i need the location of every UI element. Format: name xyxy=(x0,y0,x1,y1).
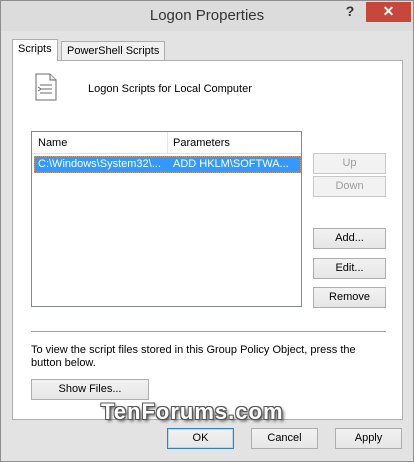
row-parameters-cell: ADD HKLM\SOFTWA... xyxy=(173,158,289,170)
panel-heading: Logon Scripts for Local Computer xyxy=(88,83,252,95)
tab-powershell-scripts[interactable]: PowerShell Scripts xyxy=(61,41,166,61)
tab-scripts[interactable]: Scripts xyxy=(12,39,58,61)
row-name-cell: C:\Windows\System32\... xyxy=(38,158,161,170)
script-file-icon xyxy=(35,73,57,101)
edit-button[interactable]: Edit... xyxy=(313,258,386,279)
close-button[interactable]: ✕ xyxy=(366,2,411,22)
down-button[interactable]: Down xyxy=(313,176,386,197)
remove-button[interactable]: Remove xyxy=(313,287,386,308)
close-icon: ✕ xyxy=(382,3,395,19)
column-header-parameters[interactable]: Parameters xyxy=(173,137,230,149)
column-separator[interactable] xyxy=(167,132,168,154)
title-bar[interactable]: Logon Properties ? ✕ xyxy=(1,1,413,31)
up-button[interactable]: Up xyxy=(313,153,386,174)
scripts-list[interactable]: Name Parameters C:\Windows\System32\... … xyxy=(31,131,302,307)
show-files-button[interactable]: Show Files... xyxy=(31,379,149,400)
logon-properties-dialog: Logon Properties ? ✕ Scripts PowerShell … xyxy=(0,0,414,462)
table-row[interactable]: C:\Windows\System32\... ADD HKLM\SOFTWA.… xyxy=(34,156,301,173)
watermark-logo: TenForums.com xyxy=(101,399,284,424)
add-button[interactable]: Add... xyxy=(313,228,386,249)
list-header: Name Parameters xyxy=(32,132,301,154)
column-header-name[interactable]: Name xyxy=(38,137,67,149)
cancel-button[interactable]: Cancel xyxy=(251,428,318,449)
scripts-tab-panel: Logon Scripts for Local Computer Name Pa… xyxy=(12,60,403,420)
ok-button[interactable]: OK xyxy=(167,428,234,449)
info-text: To view the script files stored in this … xyxy=(31,344,356,369)
help-button[interactable]: ? xyxy=(341,2,359,22)
apply-button[interactable]: Apply xyxy=(335,428,402,449)
section-divider xyxy=(31,331,386,332)
